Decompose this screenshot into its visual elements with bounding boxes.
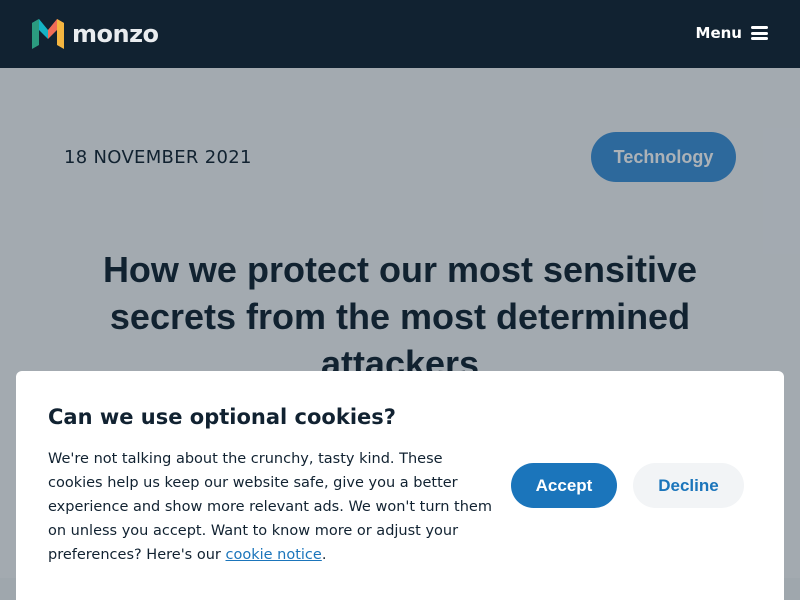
monzo-m-logo-icon — [32, 19, 64, 49]
cookie-consent-banner: Can we use optional cookies? We're not t… — [16, 371, 784, 600]
cookie-notice-link[interactable]: cookie notice — [225, 547, 321, 563]
menu-label: Menu — [695, 24, 742, 42]
monzo-logo[interactable]: monzo — [32, 19, 159, 49]
menu-button[interactable]: Menu — [696, 22, 768, 44]
logo-wordmark: monzo — [72, 20, 159, 48]
hamburger-icon — [751, 26, 768, 40]
decline-cookies-button[interactable]: Decline — [633, 463, 744, 508]
cookie-banner-body-end: . — [321, 547, 327, 563]
cookie-banner-heading: Can we use optional cookies? — [48, 405, 396, 429]
top-navigation-bar: monzo Menu — [0, 0, 800, 68]
accept-cookies-button[interactable]: Accept — [511, 463, 617, 508]
cookie-banner-text: We're not talking about the crunchy, tas… — [48, 447, 498, 567]
